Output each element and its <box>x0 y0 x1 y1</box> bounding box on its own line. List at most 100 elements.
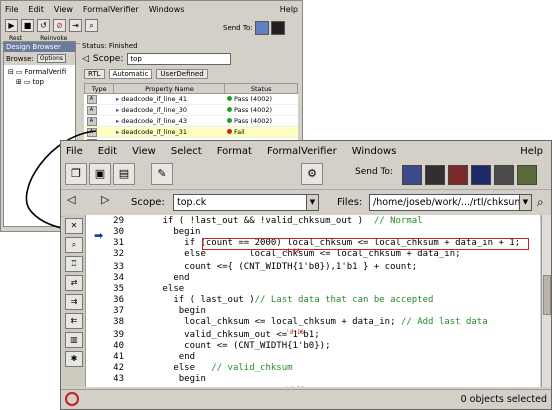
front-toolbar: ❐ ▣ ▤ ✎ ⚙ Send To: <box>61 161 551 190</box>
design-browser-title: Design Browser <box>4 42 75 52</box>
code-line[interactable]: end <box>130 273 189 283</box>
close-icon[interactable]: ✕ <box>65 218 83 234</box>
menu-windows[interactable]: Windows <box>149 5 185 14</box>
tree-item[interactable]: ⊟ ▭ FormalVerifi <box>8 67 71 77</box>
bookmark-icon[interactable]: ▥ <box>65 332 83 348</box>
status-message: 0 objects selected <box>460 394 547 405</box>
send-calculator-icon[interactable] <box>494 165 514 185</box>
code-line[interactable]: if ( !last_out && !valid_chksum_out ) //… <box>130 216 423 226</box>
back-toolbar: ▶ ■ ↺ ⊘ ⇥ ⌕ Rest Reinvoke Send To: <box>1 17 302 44</box>
stop-icon[interactable]: ■ <box>21 19 34 32</box>
code-line[interactable]: begin <box>130 374 206 384</box>
debug-icon[interactable]: ✱ <box>65 351 83 367</box>
copy-icon[interactable]: ❐ <box>65 163 87 185</box>
formal-verifier-source-window: File Edit View Select Format FormalVerif… <box>60 140 552 410</box>
col-property-name[interactable]: Property Name <box>113 83 226 94</box>
property-status: Pass (4002) <box>233 117 273 125</box>
paste-icon[interactable]: ▤ <box>113 163 135 185</box>
table-row[interactable]: A ▸ deadcode_if_line_41 Pass (4002) <box>84 93 298 105</box>
code-line[interactable]: end <box>130 352 195 362</box>
files-dropdown-icon[interactable]: ▼ <box>519 194 532 211</box>
menu-edit[interactable]: Edit <box>28 5 44 14</box>
annotate-icon[interactable]: ✎ <box>151 163 173 185</box>
load-icon[interactable]: ⇇ <box>65 313 83 329</box>
verify-icon[interactable]: ⚙ <box>301 163 323 185</box>
table-row[interactable]: A ▸ deadcode_if_line_43 Pass (4002) <box>84 115 298 127</box>
hierarchy-icon[interactable]: ♖ <box>65 256 83 272</box>
step-icon[interactable]: ⇥ <box>69 19 82 32</box>
col-type[interactable]: Type <box>83 83 115 94</box>
trace-icon[interactable]: ⇄ <box>65 275 83 291</box>
menu-edit[interactable]: Edit <box>98 146 117 157</box>
col-status[interactable]: Status <box>224 83 298 94</box>
send-schematic-icon[interactable] <box>402 165 422 185</box>
code-line[interactable]: if ( last_out )// Last data that can be … <box>130 295 433 305</box>
code-line[interactable]: else <box>130 284 185 294</box>
new-window-icon[interactable]: ▣ <box>89 163 111 185</box>
scrollbar-thumb[interactable] <box>543 275 551 315</box>
menu-select[interactable]: Select <box>171 146 202 157</box>
line-number: 37 <box>113 306 124 316</box>
menu-file[interactable]: File <box>5 5 18 14</box>
expand-icon[interactable]: ⊞ <box>16 78 22 86</box>
code-line[interactable]: else // valid_chksum <box>130 363 292 373</box>
forward-icon[interactable]: ▷ <box>101 193 109 206</box>
send-target-icon[interactable] <box>254 21 269 35</box>
menu-help[interactable]: Help <box>280 5 298 14</box>
code-line[interactable]: count <= (CNT_WIDTH{1'b0}); <box>130 341 330 351</box>
back-menubar: File Edit View FormalVerifier Windows He… <box>1 1 302 17</box>
back-scope-combo[interactable]: top <box>127 53 232 65</box>
reset-icon[interactable]: ↺ <box>37 19 50 32</box>
pass-icon <box>226 107 232 112</box>
send-target-icon[interactable] <box>271 21 286 35</box>
tab-automatic[interactable]: Automatic <box>108 69 153 79</box>
cancel-icon[interactable]: ⊘ <box>53 19 66 32</box>
tab-userdefined[interactable]: UserDefined <box>156 69 208 79</box>
search-icon[interactable]: ⌕ <box>537 195 544 210</box>
folder-icon: ▭ <box>15 68 23 76</box>
table-row[interactable]: A ▸ deadcode_if_line_31 Fail <box>84 126 298 138</box>
send-grid-icon[interactable] <box>517 165 537 185</box>
pass-icon <box>226 96 232 101</box>
code-line[interactable]: local_chksum <= local_chksum + data_in; … <box>130 317 488 327</box>
send-source-icon[interactable] <box>448 165 468 185</box>
width-annotation: 'd 16 <box>286 386 304 387</box>
property-icon: ▸ <box>115 106 120 114</box>
back-nav-icon[interactable]: ◁ <box>82 54 89 64</box>
menu-view[interactable]: View <box>54 5 73 14</box>
menu-formalverifier[interactable]: FormalVerifier <box>267 146 337 157</box>
line-number: 33 <box>113 262 124 272</box>
code-comment: // Add last data <box>400 317 488 327</box>
code-line[interactable]: begin <box>130 306 206 316</box>
tree-item[interactable]: ⊞ ▭ top <box>8 77 71 87</box>
menu-format[interactable]: Format <box>217 146 252 157</box>
current-line-arrow-icon: ➡ <box>94 229 104 242</box>
table-row[interactable]: A ▸ deadcode_if_line_30 Pass (4002) <box>84 104 298 116</box>
find-icon[interactable]: ⌕ <box>65 237 83 253</box>
tree-item-label: top <box>32 78 44 86</box>
source-editor[interactable]: 2930313233343536373839404142434445 if ( … <box>86 215 540 387</box>
scope-combo[interactable]: top.ck <box>173 194 319 211</box>
browse-label: Browse: <box>6 54 34 63</box>
code-line[interactable]: count <={ (CNT_WIDTH{1'b0}),1'b1 } + cou… <box>130 262 417 272</box>
driver-icon[interactable]: ⇉ <box>65 294 83 310</box>
tab-rtl[interactable]: RTL <box>84 69 105 79</box>
files-combo[interactable]: /home/joseb/work/.../rtl/chksum_chk.v <box>369 194 521 211</box>
menu-windows[interactable]: Windows <box>352 146 397 157</box>
options-button[interactable]: Options <box>36 54 67 63</box>
menu-file[interactable]: File <box>66 146 83 157</box>
menu-formalverifier[interactable]: FormalVerifier <box>83 5 139 14</box>
vertical-scrollbar[interactable] <box>541 215 551 387</box>
collapse-icon[interactable]: ⊟ <box>8 68 14 76</box>
scope-dropdown-icon[interactable]: ▼ <box>306 194 319 211</box>
send-waveform-icon[interactable] <box>425 165 445 185</box>
line-number: 39 <box>113 330 124 340</box>
code-line[interactable]: begin <box>130 227 200 237</box>
status-title: Status: Finished <box>82 42 138 50</box>
menu-help[interactable]: Help <box>520 146 543 157</box>
run-icon[interactable]: ▶ <box>5 19 18 32</box>
zoom-icon[interactable]: ⌕ <box>85 19 98 32</box>
send-list-icon[interactable] <box>471 165 491 185</box>
menu-view[interactable]: View <box>132 146 156 157</box>
back-icon[interactable]: ◁ <box>67 193 75 206</box>
